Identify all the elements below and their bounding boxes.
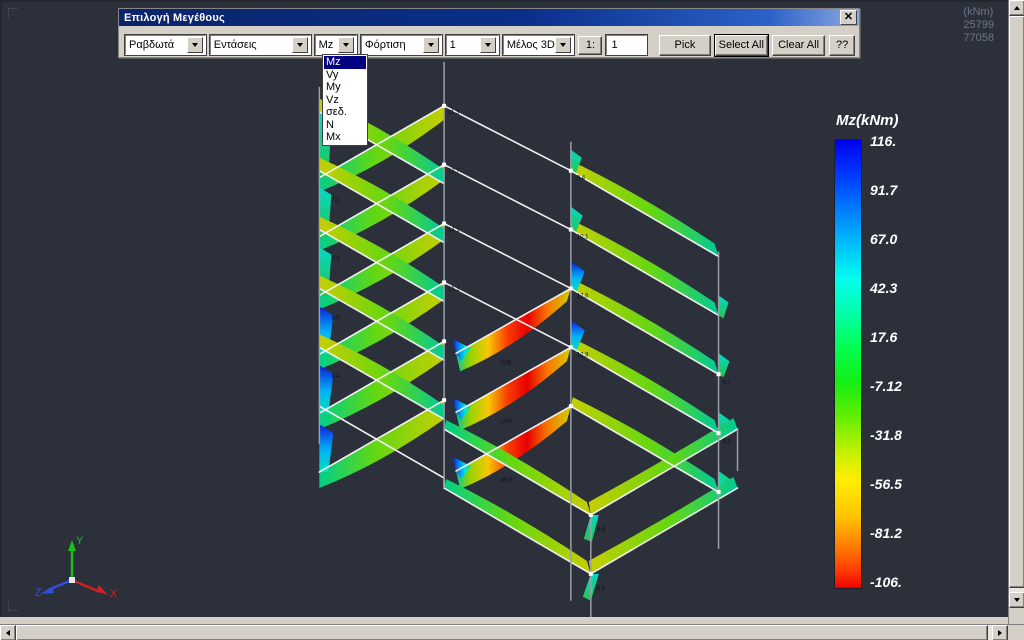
legend-tick: -81.2: [870, 525, 902, 541]
clear-all-button[interactable]: Clear All: [771, 34, 826, 56]
application-window: 11.3 13.7 14.1 15.2 9.4 10.1 12.6 12.9 -106.…: [0, 0, 1024, 640]
svg-text:-99.8: -99.8: [499, 478, 513, 484]
chevron-down-icon[interactable]: [291, 37, 308, 53]
scroll-left-button[interactable]: [0, 625, 16, 640]
dropdown-item-my[interactable]: My: [324, 81, 366, 94]
svg-text:8.4: 8.4: [331, 374, 340, 380]
svg-text:12.6: 12.6: [577, 293, 589, 299]
svg-text:10.1: 10.1: [577, 235, 589, 241]
model-viewport[interactable]: 11.3 13.7 14.1 15.2 9.4 10.1 12.6 12.9 -106.…: [0, 0, 1008, 617]
chevron-down-icon[interactable]: [479, 37, 496, 53]
select-all-button[interactable]: Select All: [713, 33, 769, 57]
svg-text:8.7: 8.7: [723, 380, 732, 386]
color-legend: Mz(kNm) 116. 91.7 67.0 42.3 17.6 -7.12 -…: [830, 112, 902, 590]
legend-tick: 17.6: [870, 329, 898, 345]
scale-input[interactable]: 1: [605, 34, 649, 56]
scroll-down-button[interactable]: [1009, 592, 1024, 608]
axis-triad: Y X Z: [35, 535, 118, 600]
axis-label-x: X: [110, 588, 118, 600]
frame-corner-tick: [8, 8, 9, 18]
legend-tick: 91.7: [870, 182, 898, 198]
legend-tick: 116.: [870, 133, 897, 149]
element-type-combo[interactable]: Ραβδωτά: [124, 34, 207, 56]
result-type-value: Εντάσεις: [213, 39, 257, 51]
member-type-combo[interactable]: Μέλος 3D: [501, 34, 576, 56]
help-button[interactable]: ??: [829, 34, 855, 56]
frame-corner-tick: [8, 610, 18, 611]
horizontal-scrollbar[interactable]: [0, 624, 1024, 640]
svg-text:8.2: 8.2: [723, 439, 732, 445]
dropdown-item-mz[interactable]: Mz: [324, 56, 366, 69]
svg-text:7.6: 7.6: [331, 256, 340, 262]
dropdown-item-n[interactable]: N: [324, 119, 366, 132]
svg-text:13.7: 13.7: [448, 169, 460, 175]
corner-readout-line1: (kNm): [963, 6, 994, 18]
svg-text:-104.: -104.: [499, 419, 513, 425]
chevron-down-icon[interactable]: [337, 37, 354, 53]
chevron-down-icon[interactable]: [555, 37, 572, 53]
pick-button[interactable]: Pick: [659, 34, 711, 56]
svg-text:11.3: 11.3: [448, 110, 460, 116]
dialog-titlebar[interactable]: Επιλογή Μεγέθους ✕: [119, 9, 859, 26]
svg-text:14.1: 14.1: [448, 228, 460, 234]
svg-text:15.2: 15.2: [448, 286, 460, 292]
legend-tick: -56.5: [870, 476, 902, 492]
case-number-combo[interactable]: 1: [444, 34, 500, 56]
component-value: Mz: [318, 39, 334, 51]
component-dropdown-list[interactable]: Mz Vy My Vz σεδ. N Mx: [322, 54, 368, 146]
chevron-down-icon[interactable]: [186, 37, 203, 53]
scale-button[interactable]: 1:: [578, 35, 603, 55]
scroll-right-button[interactable]: [992, 625, 1008, 640]
svg-text:6.1: 6.1: [597, 586, 606, 592]
component-combo[interactable]: Mz: [313, 34, 358, 56]
svg-text:8.0: 8.0: [331, 315, 340, 321]
result-type-combo[interactable]: Εντάσεις: [208, 34, 312, 56]
legend-tick: 42.3: [870, 280, 898, 296]
svg-text:-106.: -106.: [499, 360, 513, 366]
close-icon[interactable]: ✕: [840, 10, 857, 25]
dropdown-item-vy[interactable]: Vy: [324, 69, 366, 82]
member-type-value: Μέλος 3D: [506, 39, 555, 51]
dropdown-item-sed[interactable]: σεδ.: [324, 106, 366, 119]
magnitude-selection-dialog[interactable]: Επιλογή Μεγέθους ✕ Ραβδωτά Εντάσεις Mz Φ…: [118, 8, 860, 58]
legend-tick: 67.0: [870, 231, 898, 247]
horizontal-scroll-thumb[interactable]: [16, 625, 988, 640]
vertical-scrollbar[interactable]: [1008, 0, 1024, 624]
legend-tick: -31.8: [870, 427, 902, 443]
frame-corner-tick: [8, 8, 18, 9]
dropdown-item-vz[interactable]: Vz: [324, 94, 366, 107]
legend-tick: -7.12: [870, 378, 902, 394]
vertical-scroll-thumb[interactable]: [1009, 16, 1024, 588]
legend-color-bar: [834, 139, 862, 589]
dialog-toolbar: Ραβδωτά Εντάσεις Mz Φόρτιση 1 Μέλος 3D 1…: [119, 26, 859, 59]
case-type-value: Φόρτιση: [364, 39, 406, 51]
corner-readout: (kNm) 25799 77058: [963, 6, 994, 45]
frame-corner-tick: [8, 601, 9, 611]
case-type-combo[interactable]: Φόρτιση: [359, 34, 443, 56]
svg-text:6.6: 6.6: [597, 527, 606, 533]
corner-readout-line2: 25799: [963, 19, 994, 31]
legend-tick: -106.: [870, 574, 902, 590]
case-number-value: 1: [449, 39, 456, 51]
legend-title: Mz(kNm): [836, 112, 899, 129]
scroll-up-button[interactable]: [1009, 0, 1024, 16]
axis-label-y: Y: [76, 535, 84, 547]
svg-text:9.4: 9.4: [577, 176, 586, 182]
dropdown-item-mx[interactable]: Mx: [324, 131, 366, 144]
element-type-value: Ραβδωτά: [129, 39, 175, 51]
chevron-down-icon[interactable]: [422, 37, 439, 53]
svg-text:7.1: 7.1: [331, 198, 340, 204]
corner-readout-line3: 77058: [963, 32, 994, 44]
axis-label-z: Z: [35, 587, 42, 599]
svg-text:12.9: 12.9: [577, 352, 589, 358]
dialog-title: Επιλογή Μεγέθους: [124, 11, 225, 24]
